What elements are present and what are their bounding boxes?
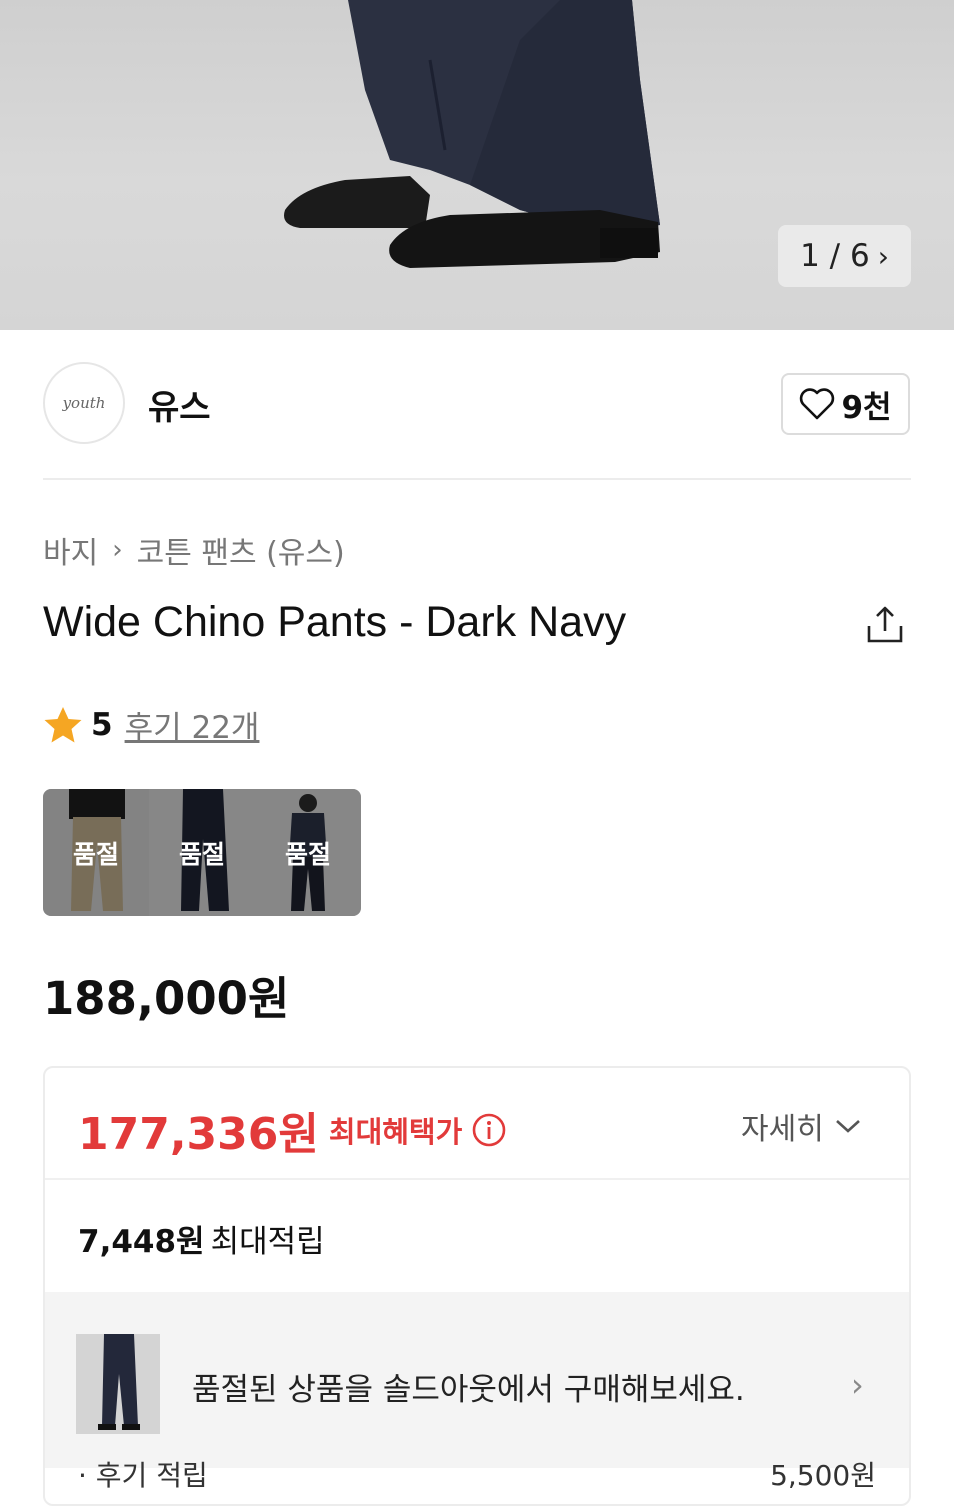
variant-soldout-label: 품절	[72, 840, 119, 869]
divider	[43, 478, 911, 480]
breadcrumb-category[interactable]: 바지	[43, 528, 98, 572]
info-icon[interactable]	[472, 1113, 506, 1147]
max-points-row: 7,448원 최대적립	[78, 1216, 325, 1261]
soldout-product-thumbnail	[76, 1334, 160, 1434]
share-icon[interactable]	[864, 604, 906, 646]
brand-logo-text: youth	[62, 394, 106, 412]
star-icon	[44, 706, 82, 742]
soldout-message: 품절된 상품을 솔드아웃에서 구매해보세요.	[192, 1372, 745, 1408]
regular-price: 188,000원	[43, 972, 290, 1025]
detail-toggle-label: 자세히	[741, 1112, 824, 1147]
max-points-label: 최대적립	[210, 1224, 325, 1260]
variant-selector: 품절 품절 품절	[43, 789, 361, 916]
points-detail-amount: 5,500원	[770, 1459, 876, 1492]
max-benefit-label: 최대혜택가	[328, 1115, 463, 1149]
variant-soldout-label: 품절	[178, 840, 225, 869]
product-title: Wide Chino Pants - Dark Navy	[43, 598, 627, 646]
variant-option[interactable]: 품절	[43, 789, 149, 916]
chevron-right-icon: ›	[877, 239, 889, 273]
rating: 5 후기 22개	[43, 702, 259, 747]
variant-option[interactable]: 품절	[255, 789, 361, 916]
variant-option[interactable]: 품절	[149, 789, 255, 916]
soldout-banner[interactable]: 품절된 상품을 솔드아웃에서 구매해보세요. ›	[45, 1292, 909, 1468]
detail-toggle-button[interactable]: 자세히	[741, 1104, 862, 1148]
brand-name[interactable]: 유스	[148, 380, 211, 429]
divider	[45, 1178, 909, 1180]
points-detail-label: · 후기 적립	[78, 1459, 208, 1492]
heart-icon	[800, 388, 835, 420]
image-pager[interactable]: 1 / 6 ›	[778, 225, 911, 287]
product-image[interactable]: 1 / 6 ›	[0, 0, 954, 330]
rating-score: 5	[91, 706, 113, 743]
chevron-right-icon: ›	[851, 1366, 864, 1404]
max-benefit-price: 177,336원 최대혜택가	[78, 1098, 506, 1162]
like-button[interactable]: 9천	[781, 373, 910, 435]
breadcrumb-subcategory[interactable]: 코튼 팬츠 (유스)	[137, 528, 345, 572]
chevron-right-icon: ›	[112, 535, 123, 565]
max-benefit-amount: 177,336원	[78, 1109, 319, 1160]
chevron-down-icon	[835, 1120, 860, 1133]
like-count: 9천	[841, 389, 892, 426]
max-benefit-row[interactable]: 177,336원 최대혜택가 자세히	[45, 1068, 909, 1178]
breadcrumb: 바지 › 코튼 팬츠 (유스)	[43, 528, 345, 572]
review-link[interactable]: 후기 22개	[125, 702, 260, 747]
benefit-box: 177,336원 최대혜택가 자세히 7,448원 최대적립 품절된 상품을 솔드…	[43, 1066, 911, 1506]
max-points-amount: 7,448원	[78, 1224, 205, 1260]
brand-logo[interactable]: youth	[43, 362, 125, 444]
variant-soldout-label: 품절	[284, 840, 331, 869]
pager-counter: 1 / 6	[800, 238, 870, 274]
points-detail-row: · 후기 적립 5,500원	[45, 1448, 909, 1504]
